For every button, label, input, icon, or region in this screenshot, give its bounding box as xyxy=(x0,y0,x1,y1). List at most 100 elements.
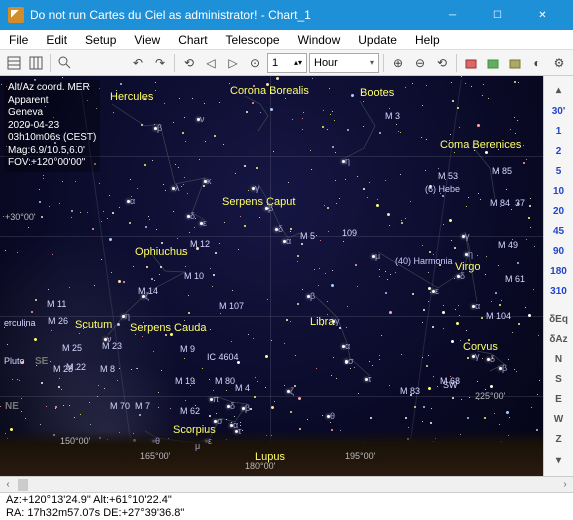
star-greek-label: σ xyxy=(217,416,223,426)
collapse-button[interactable]: ▴ xyxy=(548,80,570,100)
fov-button-30'[interactable]: 30' xyxy=(548,101,570,121)
status-bar: Az:+120°13'24.9" Alt:+61°10'22.4" RA: 17… xyxy=(0,492,573,520)
object-label: M 70 xyxy=(110,401,130,411)
fov-button-310[interactable]: 310 xyxy=(548,281,570,301)
fov-button-90[interactable]: 90 xyxy=(548,241,570,261)
time-next-button[interactable]: ▷ xyxy=(223,53,243,73)
coord-label: 195°00' xyxy=(345,451,375,461)
compass-label: NE xyxy=(5,401,19,412)
rotate-button[interactable]: ⟲ xyxy=(432,53,452,73)
star-greek-label: δ xyxy=(460,271,465,281)
constellation-label: Corona Borealis xyxy=(230,85,309,97)
star-greek-label: θ xyxy=(330,411,335,421)
object-label: M 4 xyxy=(235,383,250,393)
menu-file[interactable]: File xyxy=(0,31,37,49)
close-button[interactable]: ✕ xyxy=(520,0,565,30)
search-button[interactable] xyxy=(55,53,75,73)
fov-button-2[interactable]: 2 xyxy=(548,141,570,161)
grid1-button[interactable] xyxy=(4,53,24,73)
nav-button-Z[interactable]: Z xyxy=(548,429,570,449)
app-icon xyxy=(8,7,24,23)
scroll-left-button[interactable]: ‹ xyxy=(0,479,16,490)
zoom-in-button[interactable]: ⊕ xyxy=(388,53,408,73)
object-label: M 12 xyxy=(190,239,210,249)
scroll-thumb[interactable] xyxy=(18,479,28,491)
menu-update[interactable]: Update xyxy=(349,31,406,49)
object-label: M 62 xyxy=(180,406,200,416)
config-button[interactable]: ⚙ xyxy=(549,53,569,73)
scroll-right-button[interactable]: › xyxy=(557,479,573,490)
constellation-label: Corvus xyxy=(463,341,498,353)
chart-info-overlay: Alt/Az coord. MER Apparent Geneva 2020-0… xyxy=(4,80,100,172)
time-now-button[interactable]: ⊙ xyxy=(245,53,265,73)
menu-help[interactable]: Help xyxy=(406,31,449,49)
coord-label: 165°00' xyxy=(140,451,170,461)
star-greek-label: α xyxy=(345,341,350,351)
object-label: M 61 xyxy=(505,274,525,284)
menu-chart[interactable]: Chart xyxy=(169,31,216,49)
status-radec: RA: 17h32m57.07s DE:+27°39'36.8" xyxy=(6,507,567,520)
star-greek-label: λ xyxy=(175,183,180,193)
print-button[interactable] xyxy=(505,53,525,73)
zoom-out-button[interactable]: ⊖ xyxy=(410,53,430,73)
object-label: M 80 xyxy=(215,376,235,386)
star-greek-label: π xyxy=(213,394,219,404)
object-label: 109 xyxy=(342,228,357,238)
constellation-label: Coma Berenices xyxy=(440,139,521,151)
fov-button-10[interactable]: 10 xyxy=(548,181,570,201)
time-prev-button[interactable]: ◁ xyxy=(201,53,221,73)
time-reset-button[interactable]: ⟲ xyxy=(179,53,199,73)
toolbar: ↶ ↷ ⟲ ◁ ▷ ⊙ 1▴▾ Hour▾ ⊕ ⊖ ⟲ ◐ ⚙ xyxy=(0,50,573,76)
star-greek-label: ν xyxy=(200,114,205,124)
fov-button-1[interactable]: 1 xyxy=(548,121,570,141)
time-unit-select[interactable]: Hour▾ xyxy=(309,53,379,73)
object-label: M 3 xyxy=(385,111,400,121)
coord-label: 180°00' xyxy=(245,461,275,471)
menu-telescope[interactable]: Telescope xyxy=(217,31,289,49)
nav-button-δEq[interactable]: δEq xyxy=(548,309,570,329)
redo-button[interactable]: ↷ xyxy=(150,53,170,73)
object-label: M 83 xyxy=(400,386,420,396)
time-step-input[interactable]: 1▴▾ xyxy=(267,53,307,73)
star-greek-label: ν xyxy=(107,334,112,344)
fov-button-45[interactable]: 45 xyxy=(548,221,570,241)
star-greek-label: η xyxy=(125,311,130,321)
star-greek-label: η xyxy=(345,156,350,166)
grid2-button[interactable] xyxy=(26,53,46,73)
night-button[interactable]: ◐ xyxy=(527,53,547,73)
star-greek-label: ε xyxy=(203,218,207,228)
nav-button-N[interactable]: N xyxy=(548,349,570,369)
menu-window[interactable]: Window xyxy=(289,31,350,49)
coord-label: +30°00' xyxy=(5,212,36,222)
maximize-button[interactable]: ☐ xyxy=(475,0,520,30)
window-title: Do not run Cartes du Ciel as administrat… xyxy=(30,8,430,22)
fov-button-180[interactable]: 180 xyxy=(548,261,570,281)
nav-button-W[interactable]: W xyxy=(548,409,570,429)
object-label: M 26 xyxy=(48,316,68,326)
nav-button-δAz[interactable]: δAz xyxy=(548,329,570,349)
object-label: M 5 xyxy=(300,231,315,241)
nav-button-S[interactable]: S xyxy=(548,369,570,389)
object-label: M 107 xyxy=(219,301,244,311)
menu-edit[interactable]: Edit xyxy=(37,31,76,49)
star-greek-label: γ xyxy=(335,316,340,326)
constellation-label: Scorpius xyxy=(173,424,216,436)
undo-button[interactable]: ↶ xyxy=(128,53,148,73)
sky-chart[interactable]: Alt/Az coord. MER Apparent Geneva 2020-0… xyxy=(0,76,543,476)
fov-button-20[interactable]: 20 xyxy=(548,201,570,221)
expand-button[interactable]: ▾ xyxy=(548,450,570,470)
horizontal-scrollbar[interactable]: ‹ › xyxy=(0,476,573,492)
object-label: M 85 xyxy=(492,166,512,176)
object-label: M 23 xyxy=(102,341,122,351)
coord-label: 225°00' xyxy=(475,391,505,401)
export-button[interactable] xyxy=(461,53,481,73)
star-greek-label: σ xyxy=(348,356,354,366)
chart-button[interactable] xyxy=(483,53,503,73)
object-label: 37 xyxy=(515,198,525,208)
nav-button-E[interactable]: E xyxy=(548,389,570,409)
object-label: IC 4604 xyxy=(207,352,239,362)
menu-setup[interactable]: Setup xyxy=(76,31,125,49)
minimize-button[interactable]: ─ xyxy=(430,0,475,30)
fov-button-5[interactable]: 5 xyxy=(548,161,570,181)
menu-view[interactable]: View xyxy=(125,31,169,49)
